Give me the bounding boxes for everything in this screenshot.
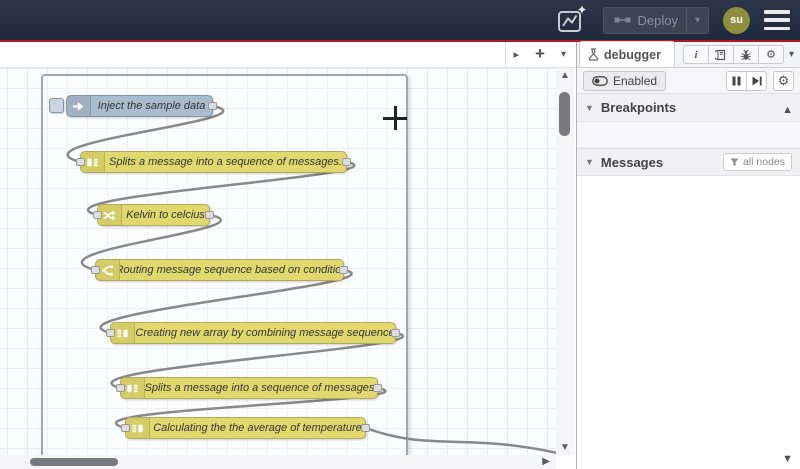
flow-list-caret-icon[interactable]: ▾ <box>561 49 566 60</box>
output-port[interactable] <box>342 158 351 166</box>
flow-node-change[interactable]: Kelvin to celcius <box>93 204 214 226</box>
node-label: Splits a message into a sequence of mess… <box>145 382 377 394</box>
tab-info-button[interactable]: i <box>683 45 709 64</box>
user-avatar[interactable]: su <box>723 6 750 34</box>
node-label: Splits a message into a sequence of mess… <box>109 156 342 168</box>
tab-debugger[interactable]: debugger <box>579 41 675 67</box>
toggle-icon <box>592 75 608 86</box>
chevron-down-icon: ▼ <box>585 157 594 167</box>
bug-icon <box>741 48 751 60</box>
tab-config-button[interactable]: ⚙ <box>758 45 784 64</box>
step-button[interactable] <box>746 70 767 91</box>
enabled-label: Enabled <box>613 73 658 88</box>
node-label: Calculating the the average of temperatu… <box>153 422 362 434</box>
main-menu-button[interactable] <box>764 10 790 30</box>
message-filter-label: all nodes <box>742 156 785 168</box>
flow-node-switch[interactable]: Routing message sequence based on condit… <box>91 259 348 281</box>
menu-bar <box>764 10 790 14</box>
sidebar-scroll-up-icon[interactable]: ▲ <box>782 104 793 116</box>
flow-node-split[interactable]: Splits a message into a sequence of mess… <box>76 151 351 173</box>
node-label: Creating new array by combining message … <box>135 327 395 339</box>
output-port[interactable] <box>361 424 370 432</box>
menu-bar <box>764 18 790 22</box>
pause-icon <box>732 76 741 85</box>
messages-section-header[interactable]: ▼ Messages all nodes <box>577 148 800 176</box>
node-label: Routing message sequence based on condit… <box>120 264 343 276</box>
input-port[interactable] <box>91 266 100 274</box>
flow-sparkle-icon <box>557 5 586 32</box>
breakpoints-section-header[interactable]: ▼ Breakpoints <box>577 94 800 122</box>
horizontal-scroll-thumb[interactable] <box>30 458 118 466</box>
horizontal-scrollbar[interactable]: ▶ <box>0 455 556 469</box>
messages-title: Messages <box>600 154 664 170</box>
ai-flow-assistant-button[interactable] <box>555 5 589 35</box>
sidebar-tab-bar: debugger i ⚙ ▾ <box>577 41 800 68</box>
info-icon: i <box>694 48 698 61</box>
sidebar-tabs-caret-icon[interactable]: ▾ <box>789 49 794 60</box>
funnel-icon <box>730 157 739 166</box>
vertical-scroll-thumb[interactable] <box>559 92 570 136</box>
debugger-settings-button[interactable]: ⚙ <box>773 70 794 91</box>
input-port[interactable] <box>116 384 125 392</box>
chevron-down-icon: ▼ <box>585 102 594 113</box>
node-label: Kelvin to celcius <box>126 209 205 221</box>
flow-node-join[interactable]: Calculating the the average of temperatu… <box>121 417 370 439</box>
tab-help-button[interactable] <box>708 45 734 64</box>
debugger-enabled-toggle[interactable]: Enabled <box>583 70 667 91</box>
output-port[interactable] <box>208 102 217 110</box>
menu-bar <box>764 26 790 30</box>
output-port[interactable] <box>373 384 382 392</box>
workspace: ▸ + ▾ Inject the sample data Splits a mes… <box>0 42 576 469</box>
add-flow-icon[interactable]: + <box>535 44 545 64</box>
flask-icon <box>588 48 599 61</box>
flow-node-split[interactable]: Splits a message into a sequence of mess… <box>116 377 382 399</box>
vertical-scrollbar[interactable]: ▲ ▼ <box>556 68 574 455</box>
deploy-label: Deploy <box>637 12 678 28</box>
header-bar: Deploy ▾ su <box>0 0 800 42</box>
debugger-toolbar: Enabled ⚙ <box>577 68 800 94</box>
tab-debug-button[interactable] <box>733 45 759 64</box>
scroll-up-icon[interactable]: ▲ <box>556 70 574 81</box>
inject-trigger-button[interactable] <box>49 98 64 113</box>
messages-list <box>577 176 800 469</box>
library-book-icon <box>715 49 726 60</box>
flow-node-inject[interactable]: Inject the sample data <box>49 95 217 117</box>
next-tab-icon[interactable]: ▸ <box>514 48 520 61</box>
deploy-options-caret[interactable]: ▾ <box>685 6 708 34</box>
settings-gear-icon: ⚙ <box>766 49 776 61</box>
deploy-nodes-icon <box>614 17 630 23</box>
crosshair-cursor <box>383 106 407 130</box>
output-port[interactable] <box>391 329 400 337</box>
output-port[interactable] <box>339 266 348 274</box>
scroll-right-icon[interactable]: ▶ <box>542 456 550 467</box>
scroll-down-icon[interactable]: ▼ <box>556 442 574 453</box>
tab-debugger-label: debugger <box>604 47 661 62</box>
pause-button[interactable] <box>726 70 747 91</box>
flow-tab-strip: ▸ + ▾ <box>0 42 576 68</box>
input-port[interactable] <box>76 158 85 166</box>
wire[interactable] <box>364 426 556 455</box>
node-label: Inject the sample data <box>97 100 206 112</box>
flow-node-join[interactable]: Creating new array by combining message … <box>106 322 400 344</box>
message-filter-button[interactable]: all nodes <box>722 153 792 171</box>
gear-icon: ⚙ <box>777 72 790 88</box>
sidebar-scroll-down-icon[interactable]: ▼ <box>782 453 793 465</box>
input-port[interactable] <box>106 329 115 337</box>
deploy-button[interactable]: Deploy ▾ <box>602 6 709 34</box>
output-port[interactable] <box>205 211 214 219</box>
breakpoints-title: Breakpoints <box>600 100 677 115</box>
sidebar: debugger i ⚙ ▾ Enabled ⚙ ▼ Breakpoints ▼… <box>576 41 800 469</box>
node-red-editor: Deploy ▾ su ▸ + ▾ Inject the sample data… <box>0 0 800 469</box>
input-port[interactable] <box>121 424 130 432</box>
input-port[interactable] <box>93 211 102 219</box>
inject-icon <box>67 96 91 116</box>
flow-canvas[interactable]: Inject the sample data Splits a message i… <box>0 68 556 455</box>
step-icon <box>752 76 762 85</box>
breakpoints-list <box>577 122 800 148</box>
